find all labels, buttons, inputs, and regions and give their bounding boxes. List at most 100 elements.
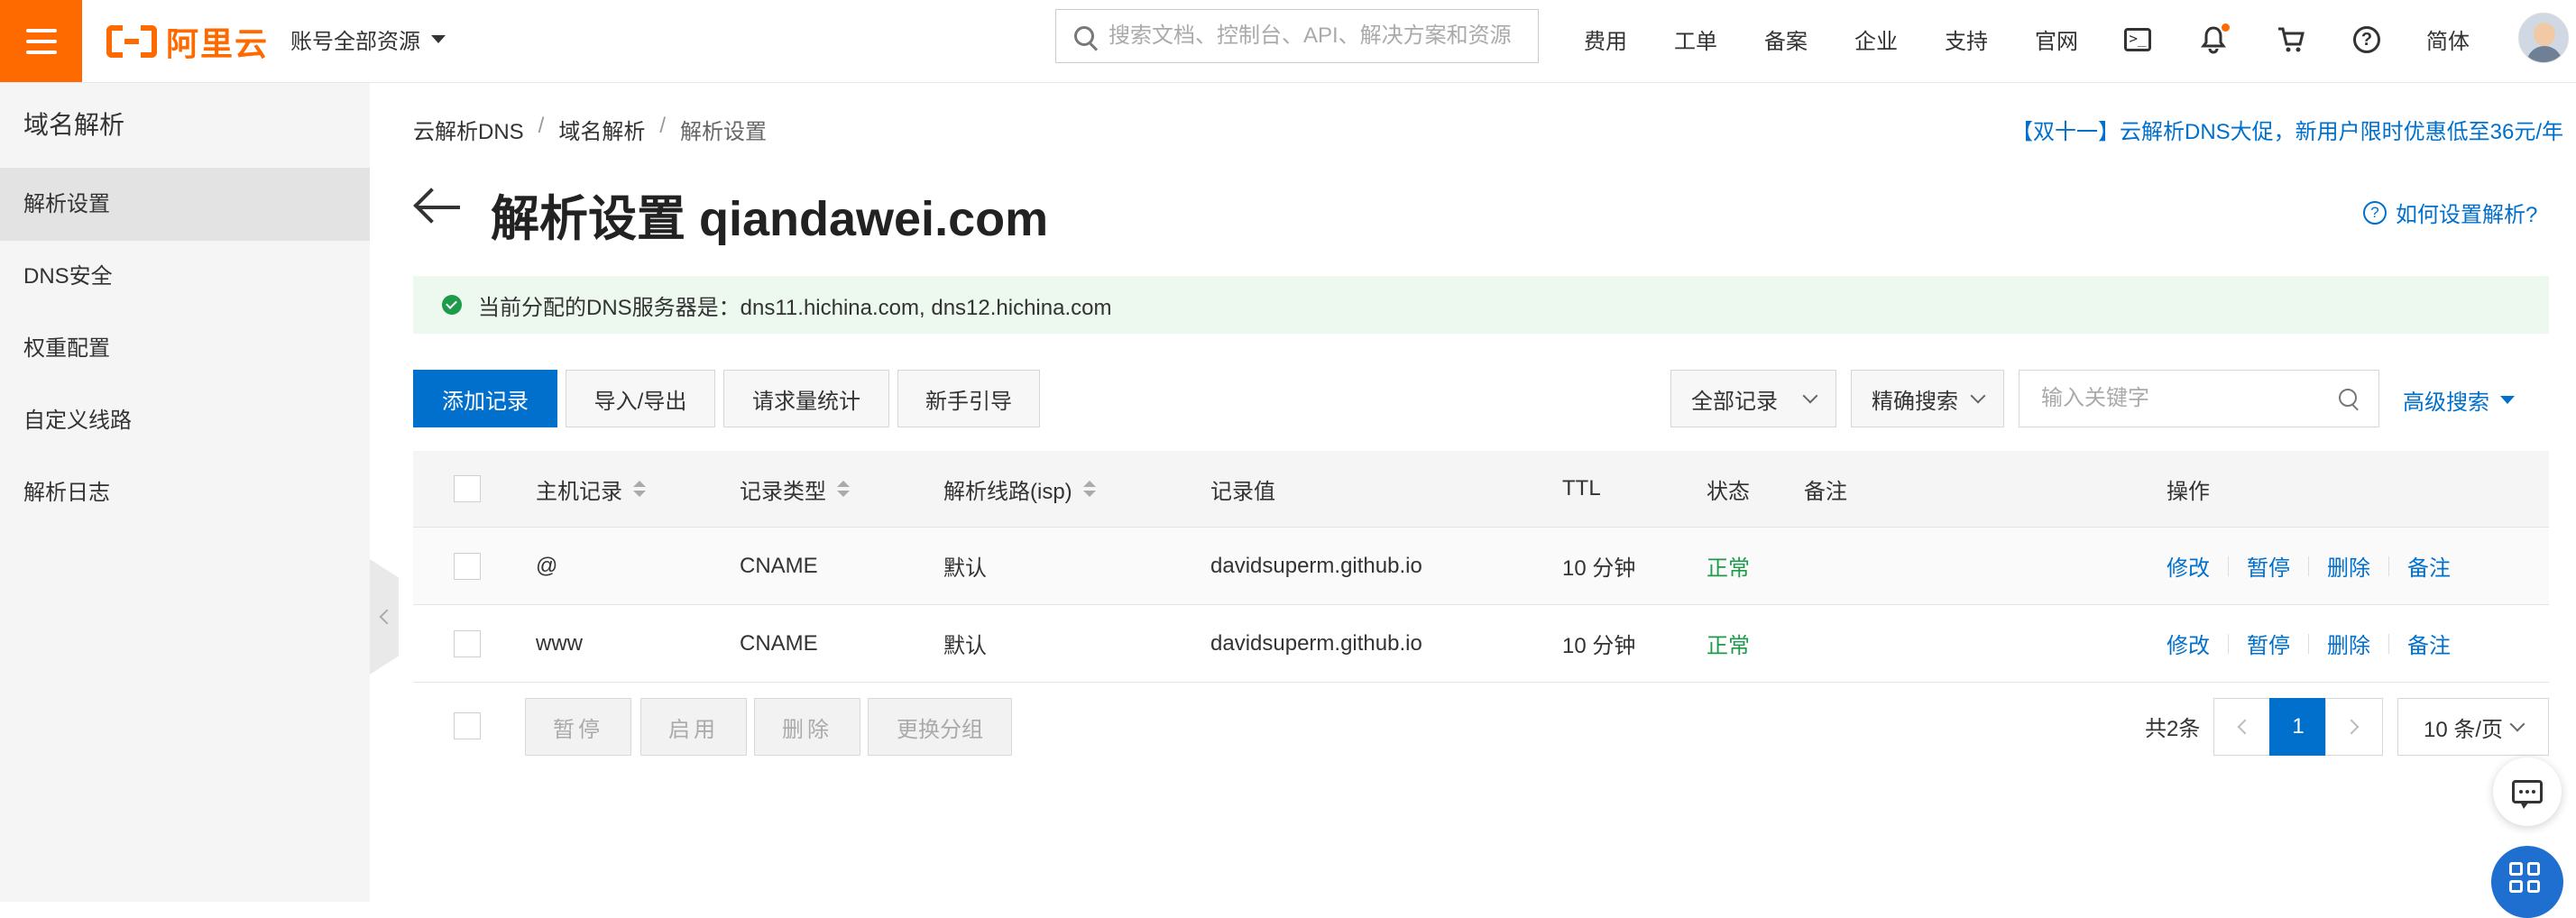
brand-name: 阿里云 [166, 25, 270, 62]
account-resource-dropdown[interactable]: 账号全部资源 [290, 23, 446, 55]
breadcrumb-separator: / [659, 114, 667, 138]
bell-icon[interactable] [2197, 23, 2230, 56]
batch-delete-button[interactable]: 删除 [754, 698, 860, 756]
apps-menu-button[interactable] [2491, 846, 2563, 918]
search-icon[interactable] [2339, 389, 2357, 407]
nav-link-billing[interactable]: 费用 [1584, 23, 1674, 55]
apps-grid-icon [2509, 862, 2540, 893]
delete-link[interactable]: 删除 [2327, 550, 2370, 582]
breadcrumb-item-cloud-dns[interactable]: 云解析DNS [413, 114, 524, 145]
global-search[interactable] [1055, 9, 1539, 63]
chevron-down-icon [2509, 716, 2525, 732]
column-header-type[interactable]: 记录类型 [740, 451, 850, 527]
breadcrumb: 云解析DNS / 域名解析 / 解析设置 [413, 114, 767, 145]
sidebar-item-weight-config[interactable]: 权重配置 [0, 313, 370, 385]
page-size-select[interactable]: 10 条/页 [2397, 698, 2549, 756]
note-link[interactable]: 备注 [2407, 628, 2451, 659]
top-nav-links: 费用 工单 备案 企业 支持 官网 [1584, 23, 2125, 55]
chat-support-button[interactable] [2493, 757, 2562, 826]
host-cell: www [536, 630, 583, 656]
cart-icon[interactable] [2275, 23, 2307, 56]
row-actions: 修改 暂停 删除 备注 [2167, 528, 2451, 604]
user-avatar[interactable] [2518, 13, 2569, 63]
sidebar-item-dns-security[interactable]: DNS安全 [0, 241, 370, 313]
column-header-actions: 操作 [2167, 479, 2210, 504]
batch-change-group-button[interactable]: 更换分组 [868, 698, 1012, 756]
pause-link[interactable]: 暂停 [2247, 550, 2290, 582]
hamburger-menu-icon[interactable] [0, 0, 82, 82]
sidebar-title: 域名解析 [0, 83, 370, 169]
search-mode-value: 精确搜索 [1872, 389, 1958, 414]
question-circle-icon: ? [2363, 200, 2387, 225]
record-filter-select[interactable]: 全部记录 [1670, 370, 1836, 427]
ttl-cell: 10 分钟 [1562, 556, 1636, 581]
column-header-note: 备注 [1804, 479, 1847, 504]
sidebar-item-custom-line[interactable]: 自定义线路 [0, 385, 370, 457]
nav-link-tickets[interactable]: 工单 [1674, 23, 1764, 55]
pause-link[interactable]: 暂停 [2247, 628, 2290, 659]
batch-pause-button[interactable]: 暂停 [525, 698, 631, 756]
keyword-search[interactable] [2019, 370, 2379, 427]
column-header-value: 记录值 [1210, 479, 1275, 504]
account-resource-label: 账号全部资源 [290, 30, 420, 54]
chevron-down-icon [1970, 388, 1986, 404]
status-cell: 正常 [1707, 556, 1750, 581]
search-mode-select[interactable]: 精确搜索 [1851, 370, 2004, 427]
chevron-down-icon [1802, 388, 1818, 404]
row-checkbox[interactable] [454, 552, 481, 580]
delete-link[interactable]: 删除 [2327, 628, 2370, 659]
request-stats-button[interactable]: 请求量统计 [723, 370, 889, 427]
status-cell: 正常 [1707, 634, 1750, 658]
value-cell: davidsuperm.github.io [1210, 630, 1422, 656]
table-row: www CNAME 默认 davidsuperm.github.io 10 分钟… [413, 605, 2549, 683]
caret-down-icon [2500, 396, 2515, 404]
batch-enable-button[interactable]: 启用 [640, 698, 747, 756]
select-all-checkbox[interactable] [454, 475, 481, 502]
keyword-search-input[interactable] [2039, 385, 2314, 412]
total-count: 共2条 [2145, 717, 2201, 741]
notification-dot [2222, 23, 2230, 32]
nav-link-icp[interactable]: 备案 [1764, 23, 1854, 55]
advanced-search-label: 高级搜索 [2403, 390, 2489, 415]
note-link[interactable]: 备注 [2407, 550, 2451, 582]
aliyun-logo[interactable]: 阿里云 [106, 22, 269, 62]
column-header-line[interactable]: 解析线路(isp) [943, 451, 1096, 527]
edit-link[interactable]: 修改 [2167, 550, 2210, 582]
beginner-guide-button[interactable]: 新手引导 [897, 370, 1040, 427]
global-search-input[interactable] [1107, 23, 1525, 50]
add-record-button[interactable]: 添加记录 [413, 370, 557, 427]
edit-link[interactable]: 修改 [2167, 628, 2210, 659]
sidebar-item-dns-settings[interactable]: 解析设置 [0, 169, 370, 241]
column-header-type-label: 记录类型 [740, 479, 826, 504]
page-number-button[interactable]: 1 [2269, 698, 2327, 756]
row-checkbox[interactable] [454, 629, 481, 657]
nav-link-official[interactable]: 官网 [2035, 23, 2125, 55]
back-arrow-icon[interactable] [413, 186, 464, 229]
promo-banner-link[interactable]: 【双十一】云解析DNS大促，新用户限时优惠低至36元/年 [2011, 114, 2576, 145]
next-page-button[interactable] [2325, 698, 2383, 756]
terminal-icon[interactable]: >_ [2121, 23, 2154, 56]
top-navbar: 阿里云 账号全部资源 费用 工单 备案 企业 支持 官网 >_ ? 简体 [0, 0, 2576, 83]
column-header-line-label: 解析线路(isp) [943, 479, 1072, 504]
column-header-host[interactable]: 主机记录 [536, 451, 646, 527]
sidebar-collapse-handle[interactable] [370, 559, 399, 675]
nav-link-enterprise[interactable]: 企业 [1854, 23, 1945, 55]
page-title: 解析设置 qiandawei.com [491, 192, 1049, 246]
language-switch[interactable]: 简体 [2426, 23, 2470, 55]
how-to-configure-link[interactable]: ? 如何设置解析? [2363, 197, 2537, 228]
breadcrumb-item-current: 解析设置 [680, 120, 768, 144]
sort-icon [633, 481, 646, 497]
breadcrumb-item-domain-resolution[interactable]: 域名解析 [558, 114, 645, 145]
chevron-right-icon [2343, 719, 2360, 735]
column-header-host-label: 主机记录 [536, 479, 622, 504]
import-export-button[interactable]: 导入/导出 [566, 370, 715, 427]
prev-page-button[interactable] [2213, 698, 2271, 756]
column-header-ttl: TTL [1562, 476, 1601, 500]
help-icon[interactable]: ? [2351, 23, 2383, 56]
sidebar-item-dns-log[interactable]: 解析日志 [0, 457, 370, 529]
nav-link-support[interactable]: 支持 [1945, 23, 2035, 55]
caret-down-icon [431, 35, 446, 43]
sort-icon [1082, 481, 1096, 497]
batch-select-checkbox[interactable] [454, 712, 481, 739]
advanced-search-toggle[interactable]: 高级搜索 [2403, 384, 2515, 416]
